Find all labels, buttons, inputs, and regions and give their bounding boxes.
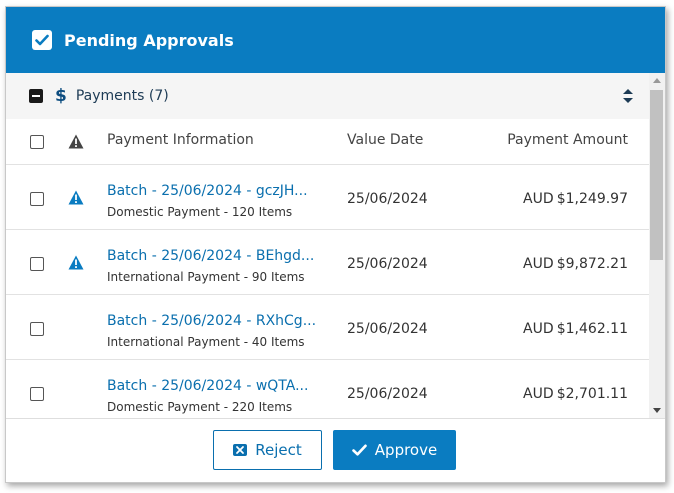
table-row[interactable]: Batch - 25/06/2024 - BEhgd... Internatio…	[6, 230, 649, 295]
value-date: 25/06/2024	[347, 386, 428, 402]
reject-label: Reject	[255, 441, 302, 459]
payment-batch-subtitle: Domestic Payment - 220 Items	[107, 400, 293, 414]
select-all-checkbox-icon[interactable]	[32, 30, 52, 50]
payment-batch-subtitle: International Payment - 40 Items	[107, 335, 305, 349]
group-label: Payments (7)	[75, 88, 169, 104]
payment-batch-subtitle: Domestic Payment - 120 Items	[107, 205, 293, 219]
scroll-up-arrow-icon[interactable]	[653, 78, 661, 83]
currency-code: AUD	[523, 321, 554, 337]
payment-batch-subtitle: International Payment - 90 Items	[107, 270, 305, 284]
check-icon	[351, 444, 367, 456]
approvals-list: $ Payments (7) Payment Information Value…	[6, 73, 649, 418]
scroll-down-arrow-icon[interactable]	[653, 408, 661, 413]
row-checkbox[interactable]	[30, 257, 44, 271]
value-date: 25/06/2024	[347, 321, 428, 337]
approve-button[interactable]: Approve	[333, 430, 456, 470]
group-checkbox-indeterminate-icon[interactable]	[29, 89, 43, 103]
reject-button[interactable]: Reject	[213, 430, 322, 470]
payment-amount: $1,249.97	[556, 191, 628, 207]
table-row[interactable]: Batch - 25/06/2024 - gczJH... Domestic P…	[6, 165, 649, 230]
warning-icon	[68, 255, 84, 270]
column-header-value-date[interactable]: Value Date	[347, 132, 423, 148]
payment-batch-link[interactable]: Batch - 25/06/2024 - wQTA...	[107, 378, 308, 394]
panel-title: Pending Approvals	[64, 30, 234, 50]
scrollbar-thumb[interactable]	[650, 90, 663, 260]
value-date: 25/06/2024	[347, 191, 428, 207]
dollar-icon: $	[55, 86, 67, 106]
table-row[interactable]: Batch - 25/06/2024 - RXhCg... Internatio…	[6, 295, 649, 360]
payment-amount: $9,872.21	[556, 256, 628, 272]
row-checkbox[interactable]	[30, 192, 44, 206]
select-all-rows-checkbox[interactable]	[30, 135, 44, 149]
warning-icon	[68, 134, 84, 149]
group-row-payments[interactable]: $ Payments (7)	[6, 73, 649, 120]
payment-batch-link[interactable]: Batch - 25/06/2024 - RXhCg...	[107, 313, 316, 329]
column-header-payment-information[interactable]: Payment Information	[107, 132, 254, 148]
warning-icon	[68, 190, 84, 205]
payment-amount: $1,462.11	[556, 321, 628, 337]
column-header-payment-amount[interactable]: Payment Amount	[507, 132, 628, 148]
currency-code: AUD	[523, 386, 554, 402]
payment-batch-link[interactable]: Batch - 25/06/2024 - gczJH...	[107, 183, 308, 199]
action-footer: Reject Approve	[6, 418, 665, 482]
value-date: 25/06/2024	[347, 256, 428, 272]
payment-amount: $2,701.11	[556, 386, 628, 402]
row-checkbox[interactable]	[30, 387, 44, 401]
pending-approvals-panel: Pending Approvals $ Payments (7) Payment…	[5, 6, 666, 483]
table-row[interactable]: Batch - 25/06/2024 - wQTA... Domestic Pa…	[6, 360, 649, 418]
row-checkbox[interactable]	[30, 322, 44, 336]
approve-label: Approve	[374, 441, 438, 459]
sort-icon[interactable]	[623, 89, 633, 103]
currency-code: AUD	[523, 191, 554, 207]
panel-header: Pending Approvals	[6, 7, 665, 73]
currency-code: AUD	[523, 256, 554, 272]
payment-batch-link[interactable]: Batch - 25/06/2024 - BEhgd...	[107, 248, 314, 264]
vertical-scrollbar[interactable]	[649, 73, 665, 418]
column-header-row: Payment Information Value Date Payment A…	[6, 119, 649, 165]
close-icon	[233, 444, 248, 456]
